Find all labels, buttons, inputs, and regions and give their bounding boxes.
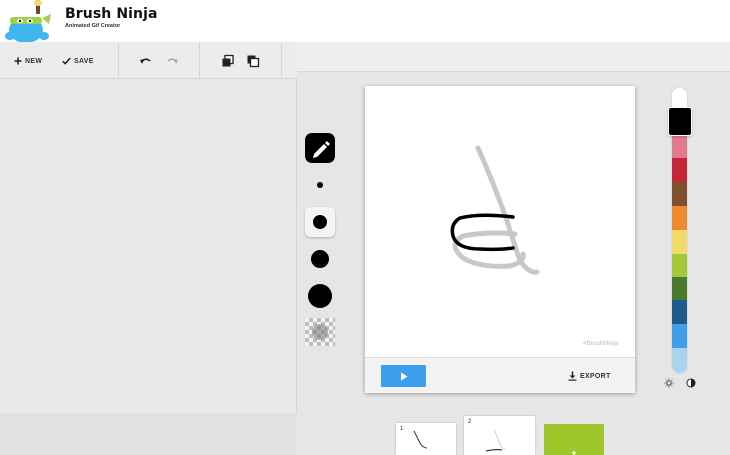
- ninja-mascot-logo[interactable]: [2, 0, 52, 42]
- swatch-pink[interactable]: [672, 134, 687, 158]
- brush-size-medium[interactable]: [311, 250, 329, 268]
- swatch-lime[interactable]: [672, 254, 687, 277]
- export-button-label: EXPORT: [580, 372, 611, 380]
- new-button-label: NEW: [25, 57, 43, 65]
- canvas-card: #BrushNinja EXPORT: [365, 86, 635, 393]
- brush-size-tiny[interactable]: [317, 182, 323, 188]
- save-button-label: SAVE: [74, 57, 94, 65]
- onion-skin-stroke: [475, 145, 540, 275]
- swatch-orange[interactable]: [672, 206, 687, 230]
- toolbar-divider: [281, 42, 282, 79]
- frame-preview: [485, 429, 506, 452]
- app-title: Brush Ninja: [65, 6, 158, 22]
- toolbar-right-area: [297, 42, 730, 72]
- main-toolbar: NEW SAVE: [0, 42, 297, 79]
- frame-preview: [413, 430, 428, 449]
- canvas-watermark: #BrushNinja: [583, 340, 619, 347]
- swatch-blue[interactable]: [672, 324, 687, 348]
- eraser-tool-button[interactable]: [305, 318, 335, 346]
- timeline-left-area: [0, 413, 297, 455]
- contrast-icon[interactable]: [686, 378, 696, 388]
- save-button[interactable]: SAVE: [62, 54, 94, 68]
- drawing-canvas[interactable]: [365, 86, 635, 357]
- frames-panel: [0, 79, 297, 413]
- undo-icon[interactable]: [139, 54, 153, 68]
- app-subtitle: Animated Gif Creator: [65, 23, 121, 29]
- export-button[interactable]: EXPORT: [568, 370, 611, 382]
- add-frame-button[interactable]: [544, 424, 604, 455]
- swatch-light-blue[interactable]: [672, 348, 687, 373]
- new-button[interactable]: NEW: [14, 54, 42, 68]
- brightness-icon[interactable]: [664, 378, 674, 388]
- redo-icon[interactable]: [165, 54, 179, 68]
- selected-color-black[interactable]: [669, 108, 691, 135]
- swatch-yellow[interactable]: [672, 230, 687, 254]
- swatch-red[interactable]: [672, 158, 687, 182]
- play-button[interactable]: [381, 365, 426, 387]
- swatch-navy[interactable]: [672, 300, 687, 324]
- toolbar-divider: [118, 42, 119, 79]
- plus-icon: [14, 57, 22, 65]
- play-icon: [400, 372, 407, 380]
- pencil-tool-button[interactable]: [305, 133, 335, 163]
- swatch-brown[interactable]: [672, 182, 687, 206]
- toolbar-divider: [199, 42, 200, 79]
- check-icon: [62, 57, 71, 65]
- copy-frame-icon[interactable]: [221, 54, 235, 68]
- app-header: Brush Ninja Animated Gif Creator: [0, 0, 730, 42]
- canvas-footer: EXPORT: [365, 357, 635, 393]
- frame-thumbnail-active[interactable]: 2: [464, 416, 535, 455]
- brush-size-large[interactable]: [308, 284, 332, 308]
- pencil-icon: [313, 141, 330, 158]
- plus-icon: [572, 451, 576, 455]
- download-icon: [568, 371, 577, 381]
- frame-thumbnail[interactable]: 1: [396, 423, 456, 455]
- brush-size-small[interactable]: [313, 215, 327, 229]
- paste-frame-icon[interactable]: [246, 54, 260, 68]
- swatch-dark-green[interactable]: [672, 277, 687, 300]
